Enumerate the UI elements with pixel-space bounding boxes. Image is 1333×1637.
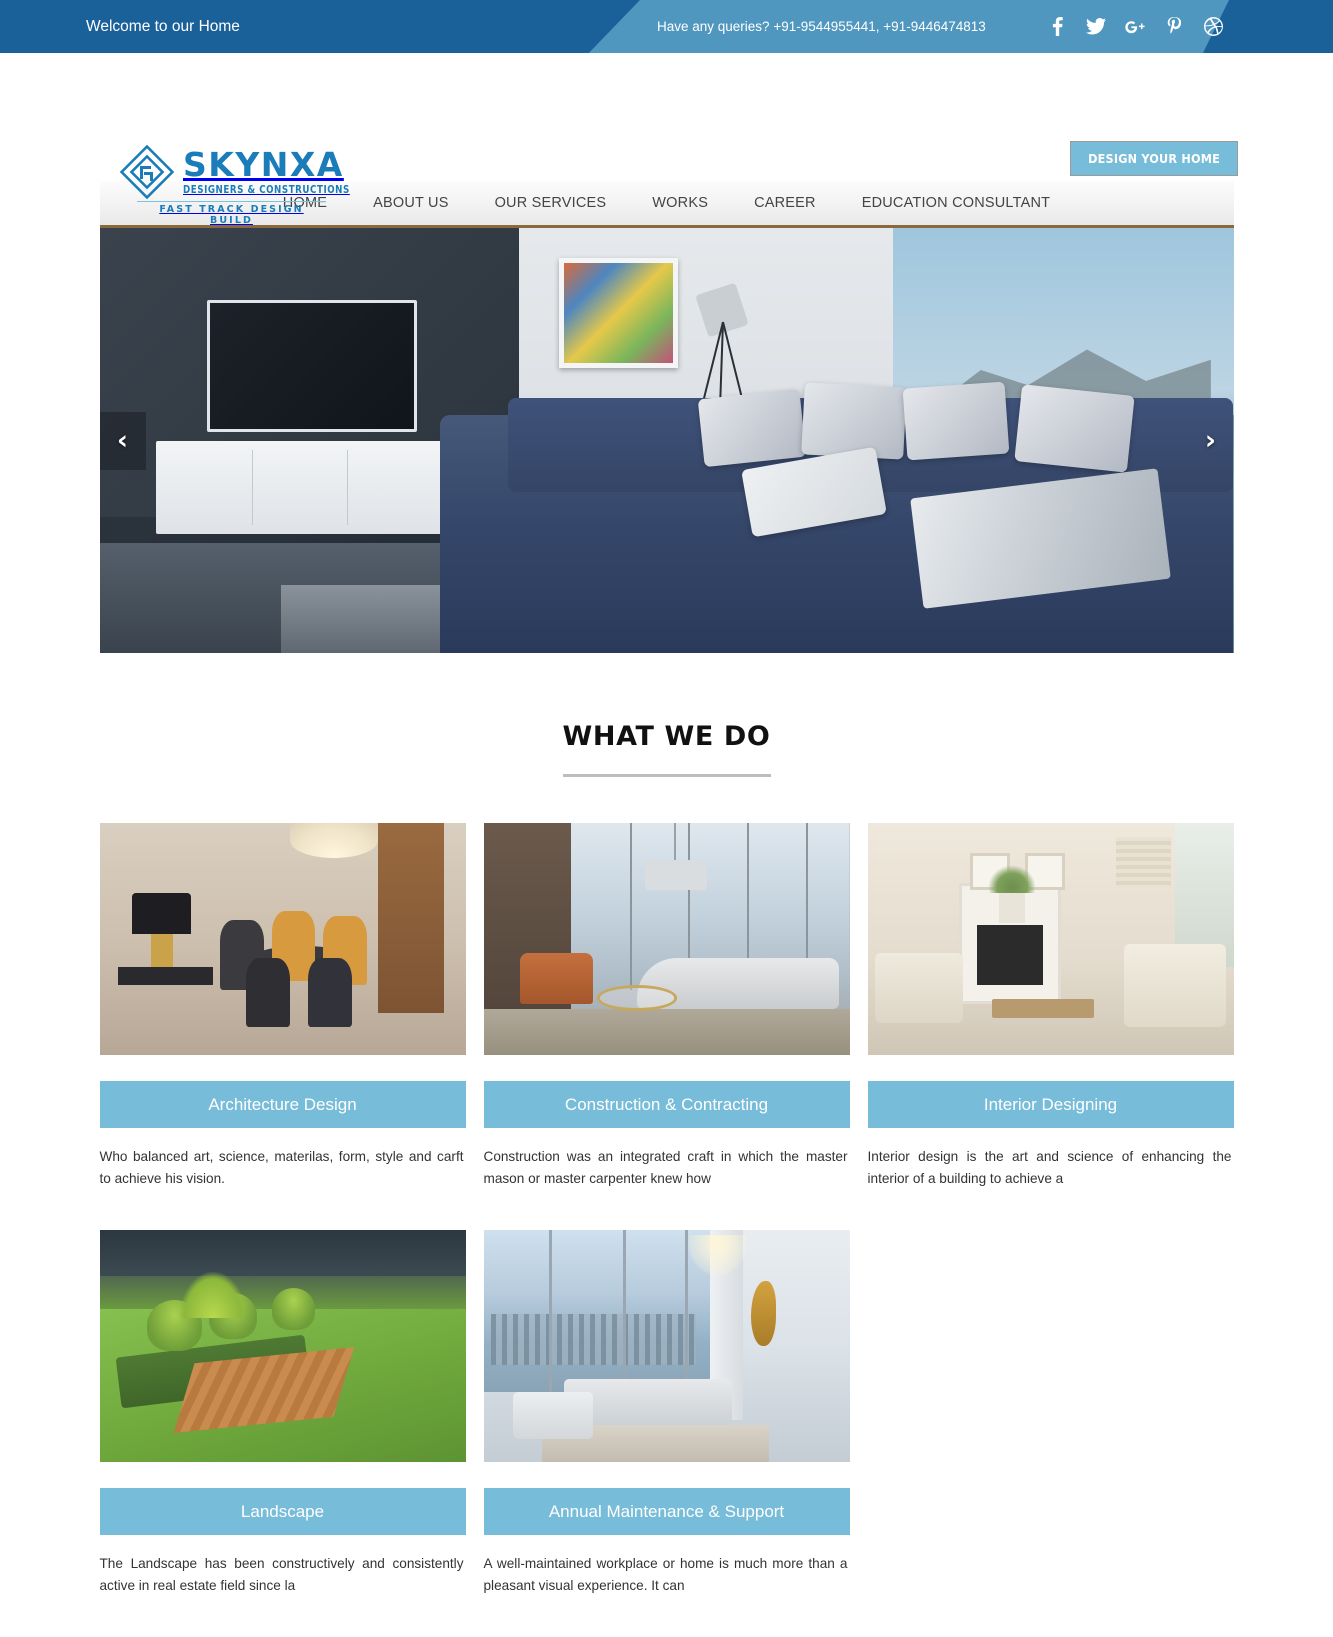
service-card-annual-maintenance-support: Annual Maintenance & Support A well-main… xyxy=(483,1230,850,1597)
nav-item-works[interactable]: WORKS xyxy=(629,195,731,211)
section-title: WHAT WE DO xyxy=(562,721,771,777)
service-card-construction-contracting: Construction & Contracting Construction … xyxy=(483,823,850,1190)
service-title[interactable]: Construction & Contracting xyxy=(483,1081,850,1128)
service-thumbnail[interactable] xyxy=(867,823,1234,1055)
what-we-do-section: WHAT WE DO Architecture Design Who balan… xyxy=(99,653,1234,1637)
service-thumbnail[interactable] xyxy=(99,1230,466,1463)
site-header: SKYNXA DESIGNERS & CONSTRUCTIONS FAST TR… xyxy=(0,53,1333,229)
service-card-interior-designing: Interior Designing Interior design is th… xyxy=(867,823,1234,1190)
social-links xyxy=(1047,0,1223,53)
nav-item-career[interactable]: CAREER xyxy=(731,195,839,211)
hero-slide-image xyxy=(99,228,1234,653)
facebook-icon[interactable] xyxy=(1047,16,1067,38)
dribbble-icon[interactable] xyxy=(1203,16,1223,38)
service-title[interactable]: Annual Maintenance & Support xyxy=(483,1488,850,1536)
logo-tagline: FAST TRACK DESIGN BUILD xyxy=(137,201,326,229)
service-card-architecture-design: Architecture Design Who balanced art, sc… xyxy=(99,823,466,1190)
service-thumbnail[interactable] xyxy=(483,823,850,1055)
service-description: The Landscape has been constructively an… xyxy=(99,1556,464,1594)
service-description: Construction was an integrated craft in … xyxy=(483,1149,848,1187)
logo-subtitle: DESIGNERS & CONSTRUCTIONS xyxy=(183,184,350,196)
design-your-home-button[interactable]: DESIGN YOUR HOME xyxy=(1070,141,1238,176)
carousel-prev-arrow-icon[interactable]: ‹ xyxy=(99,411,146,470)
service-description: Interior design is the art and science o… xyxy=(867,1149,1232,1187)
services-grid: Architecture Design Who balanced art, sc… xyxy=(99,823,1234,1637)
logo-text: SKYNXA DESIGNERS & CONSTRUCTIONS FAST TR… xyxy=(137,145,364,229)
service-thumbnail[interactable] xyxy=(99,823,466,1055)
hero-carousel: ‹ › xyxy=(99,228,1234,653)
service-description: Who balanced art, science, materilas, fo… xyxy=(99,1149,464,1187)
section-heading-wrap: WHAT WE DO xyxy=(100,653,1234,777)
contact-queries-text: Have any queries? +91-9544955441, +91-94… xyxy=(657,19,986,34)
nav-item-our-services[interactable]: OUR SERVICES xyxy=(472,195,630,211)
service-title[interactable]: Architecture Design xyxy=(99,1081,466,1128)
carousel-next-arrow-icon[interactable]: › xyxy=(1188,412,1234,470)
logo-brand-name: SKYNXA xyxy=(183,145,344,184)
service-description: A well-maintained workplace or home is m… xyxy=(483,1556,848,1594)
pinterest-icon[interactable] xyxy=(1164,16,1184,38)
nav-item-education-consultant[interactable]: EDUCATION CONSULTANT xyxy=(839,195,1073,211)
twitter-icon[interactable] xyxy=(1086,16,1106,38)
top-utility-bar: Welcome to our Home Have any queries? +9… xyxy=(0,0,1333,53)
site-logo[interactable]: SKYNXA DESIGNERS & CONSTRUCTIONS FAST TR… xyxy=(119,144,364,229)
service-thumbnail[interactable] xyxy=(483,1230,850,1463)
nav-item-about-us[interactable]: ABOUT US xyxy=(350,195,471,211)
service-title[interactable]: Landscape xyxy=(99,1488,466,1536)
google-plus-icon[interactable] xyxy=(1125,16,1145,38)
service-title[interactable]: Interior Designing xyxy=(867,1081,1234,1128)
service-card-landscape: Landscape The Landscape has been constru… xyxy=(99,1230,466,1597)
welcome-text: Welcome to our Home xyxy=(86,18,240,35)
skynxa-diamond-logo-icon xyxy=(119,144,175,200)
